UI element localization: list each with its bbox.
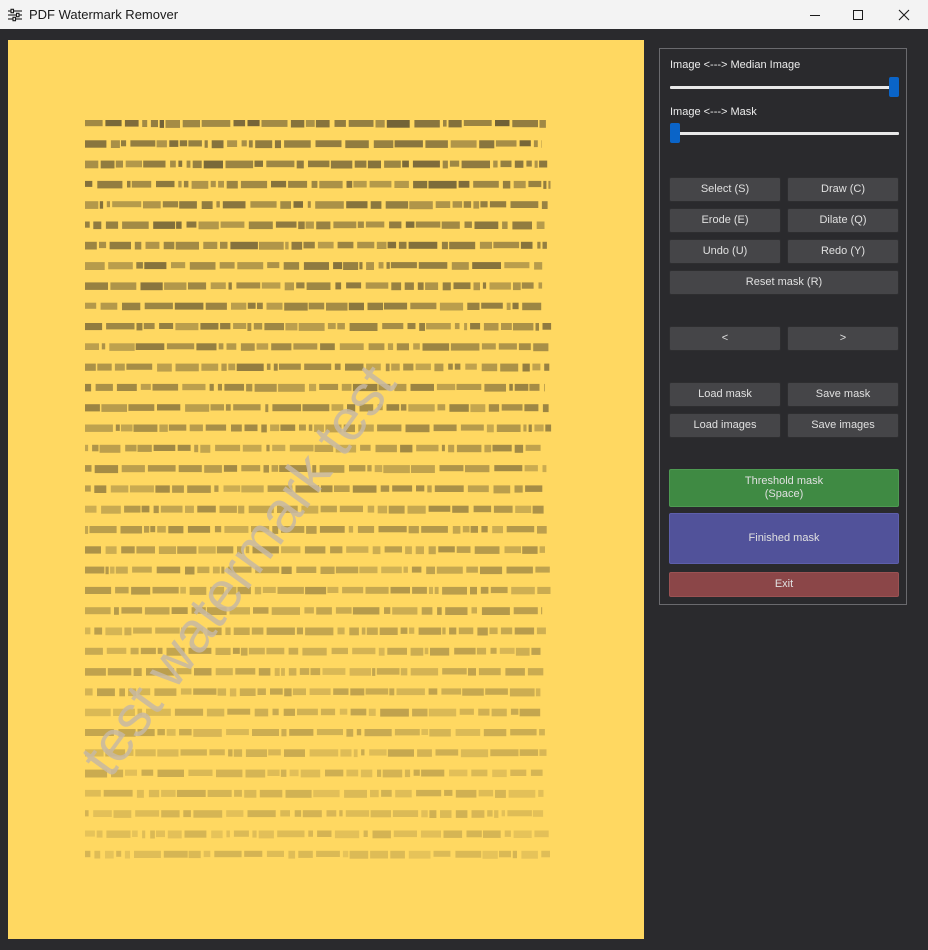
- text-line: [85, 241, 547, 250]
- text-line: [85, 789, 544, 798]
- text-line: [85, 586, 551, 595]
- text-line: [85, 546, 545, 555]
- draw-button[interactable]: Draw (C): [787, 177, 899, 202]
- reset-mask-button[interactable]: Reset mask (R): [669, 270, 899, 295]
- sliders-icon: [8, 8, 22, 22]
- text-line: [85, 566, 550, 575]
- text-line: [85, 160, 548, 169]
- exit-button[interactable]: Exit: [669, 572, 899, 597]
- load-mask-button[interactable]: Load mask: [669, 382, 781, 407]
- maximize-button[interactable]: [835, 0, 881, 29]
- select-button[interactable]: Select (S): [669, 177, 781, 202]
- threshold-mask-button[interactable]: Threshold mask (Space): [669, 469, 899, 507]
- median-slider[interactable]: [670, 77, 899, 97]
- undo-button[interactable]: Undo (U): [669, 239, 781, 264]
- text-line: [85, 769, 543, 778]
- minimize-icon: [810, 14, 820, 16]
- next-button[interactable]: >: [787, 326, 899, 351]
- text-line: [85, 262, 543, 270]
- median-slider-label: Image <---> Median Image: [670, 59, 801, 71]
- text-line: [85, 140, 542, 149]
- redo-button[interactable]: Redo (Y): [787, 239, 899, 264]
- text-line: [85, 749, 547, 758]
- text-line: [85, 810, 544, 818]
- erode-button[interactable]: Erode (E): [669, 208, 781, 233]
- client-area: test watermark test Image <---> Median I…: [0, 29, 928, 950]
- text-line: [85, 302, 542, 311]
- text-line: [85, 201, 548, 210]
- text-line: [85, 180, 551, 189]
- text-line: [85, 120, 546, 128]
- document-image: test watermark test: [68, 120, 552, 859]
- text-line: [85, 850, 550, 859]
- previous-button[interactable]: <: [669, 326, 781, 351]
- minimize-button[interactable]: [792, 0, 838, 29]
- image-preview[interactable]: test watermark test: [8, 40, 644, 939]
- dilate-button[interactable]: Dilate (Q): [787, 208, 899, 233]
- save-images-button[interactable]: Save images: [787, 413, 899, 438]
- mask-slider-label: Image <---> Mask: [670, 106, 757, 118]
- text-line: [85, 607, 543, 615]
- text-line: [85, 323, 552, 331]
- median-slider-handle[interactable]: [889, 77, 899, 97]
- window-title: PDF Watermark Remover: [29, 7, 179, 22]
- text-line: [85, 282, 543, 291]
- title-bar: PDF Watermark Remover: [0, 0, 928, 29]
- text-line: [85, 830, 549, 839]
- mask-slider-handle[interactable]: [670, 123, 680, 143]
- finished-mask-button[interactable]: Finished mask: [669, 513, 899, 564]
- control-panel: Image <---> Median Image Image <---> Mas…: [659, 48, 907, 605]
- text-line: [85, 221, 545, 230]
- text-line: [85, 363, 550, 372]
- mask-slider[interactable]: [670, 123, 899, 143]
- text-line: [85, 383, 545, 392]
- load-images-button[interactable]: Load images: [669, 413, 781, 438]
- close-icon: [898, 9, 910, 20]
- text-line: [85, 343, 549, 352]
- text-line: [85, 526, 547, 534]
- close-button[interactable]: [881, 0, 927, 29]
- save-mask-button[interactable]: Save mask: [787, 382, 899, 407]
- maximize-icon: [853, 9, 863, 20]
